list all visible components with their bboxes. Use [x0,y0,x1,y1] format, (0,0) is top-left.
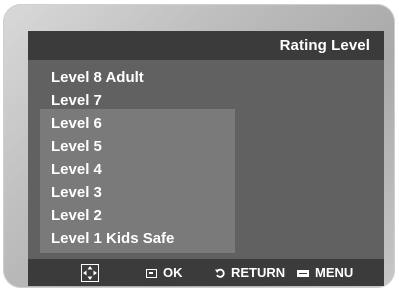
menu-hint[interactable]: MENU [297,265,353,281]
list-item-level-2[interactable]: Level 2 [51,204,174,227]
title-bar: Rating Level [28,31,384,60]
list-item-level-4[interactable]: Level 4 [51,158,174,181]
rating-level-list: Level 8 Adult Level 7 Level 6 Level 5 Le… [51,66,174,250]
return-hint[interactable]: RETURN [215,265,285,281]
list-item-level-5[interactable]: Level 5 [51,135,174,158]
menu-label: MENU [315,265,354,280]
list-item-level-8[interactable]: Level 8 Adult [51,66,174,89]
menu-icon [297,269,309,277]
return-arrow-icon [215,268,225,278]
page-title: Rating Level [279,37,370,54]
ok-label: OK [163,265,183,280]
return-label: RETURN [231,265,286,280]
directional-pad-icon [81,264,99,282]
list-item-level-1[interactable]: Level 1 Kids Safe [51,227,174,250]
button-guide-bar: OK RETURN MENU [28,259,384,286]
enter-icon [146,268,157,278]
rating-level-screen: Rating Level Level 8 Adult Level 7 Level… [28,31,384,286]
ok-hint[interactable]: OK [146,265,183,281]
list-item-level-3[interactable]: Level 3 [51,181,174,204]
tv-frame: Rating Level Level 8 Adult Level 7 Level… [3,4,395,288]
list-item-level-6[interactable]: Level 6 [51,112,174,135]
list-item-level-7[interactable]: Level 7 [51,89,174,112]
